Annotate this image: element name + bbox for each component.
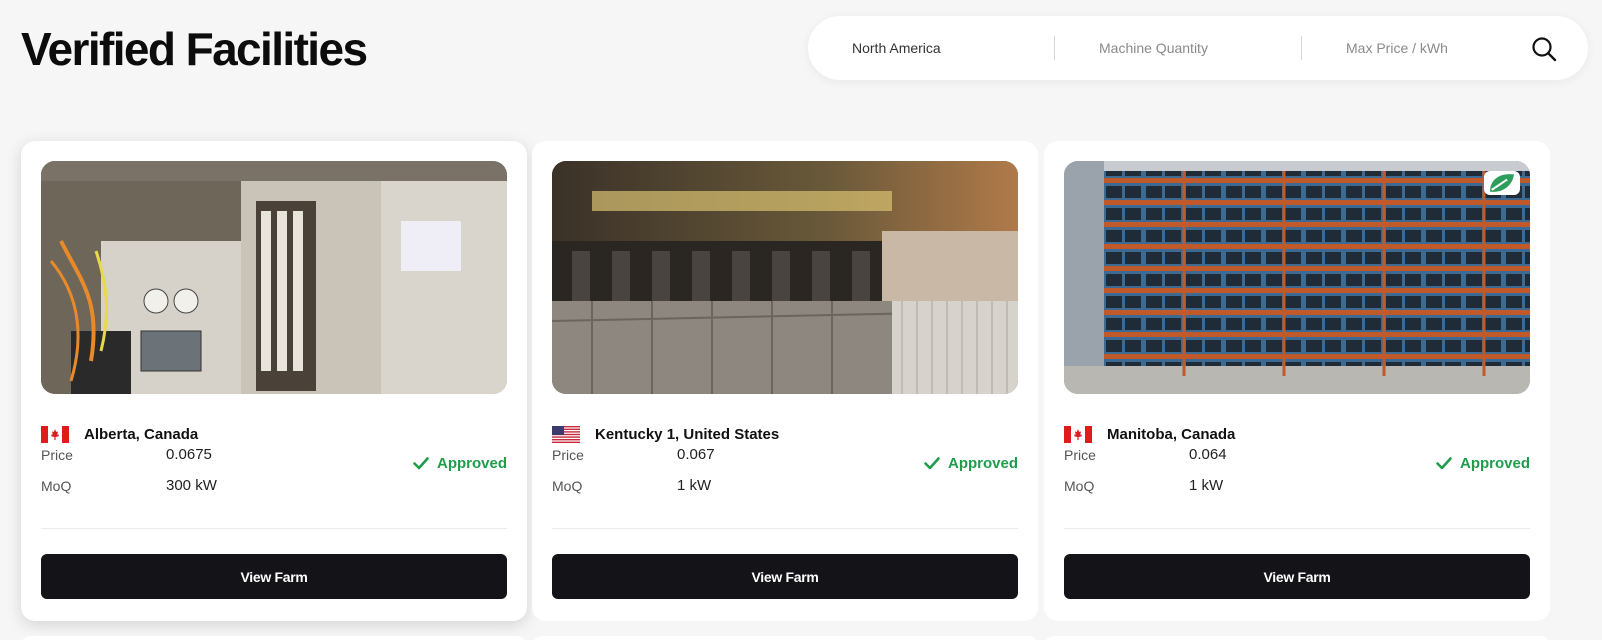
card-divider (1064, 528, 1530, 529)
checkmark-icon (924, 457, 940, 470)
facility-card[interactable]: Alberta, Canada Price 0.0675 MoQ 300 kW … (21, 141, 527, 621)
facility-cards: Alberta, Canada Price 0.0675 MoQ 300 kW … (0, 141, 1602, 621)
location-name: Manitoba, Canada (1107, 426, 1236, 443)
price-label: Price (1064, 447, 1096, 463)
facility-location: Alberta, Canada (41, 426, 198, 443)
status-badge: Approved (924, 455, 1018, 472)
moq-label: MoQ (1064, 478, 1095, 494)
next-row-card-edge (21, 636, 527, 640)
moq-value: 300 kW (166, 477, 217, 494)
eco-badge (1484, 171, 1520, 195)
card-divider (552, 528, 1018, 529)
view-farm-button[interactable]: View Farm (41, 554, 507, 599)
leaf-icon (1490, 174, 1514, 192)
view-farm-button[interactable]: View Farm (1064, 554, 1530, 599)
electrical-cabinet-photo (41, 161, 507, 394)
status-text: Approved (436, 455, 507, 472)
status-badge: Approved (413, 455, 507, 472)
checkmark-icon (1436, 457, 1452, 470)
facility-card[interactable]: Manitoba, Canada Price 0.064 MoQ 1 kW Ap… (1044, 141, 1550, 621)
max-price-input[interactable]: Max Price / kWh (1302, 16, 1548, 80)
us-flag-icon (552, 426, 580, 443)
price-label: Price (552, 447, 584, 463)
region-select[interactable]: North America (808, 16, 1054, 80)
moq-value: 1 kW (1189, 477, 1224, 494)
canada-flag-icon (1064, 426, 1092, 443)
warehouse-interior-photo (552, 161, 1018, 394)
checkmark-icon (413, 457, 429, 470)
search-bar: North America Machine Quantity Max Price… (808, 16, 1588, 80)
search-icon (1532, 37, 1557, 62)
page-title: Verified Facilities (21, 23, 368, 75)
price-label: Price (41, 447, 73, 463)
machine-quantity-input[interactable]: Machine Quantity (1055, 16, 1301, 80)
moq-value: 1 kW (677, 477, 712, 494)
status-badge: Approved (1436, 455, 1530, 472)
status-text: Approved (1459, 455, 1530, 472)
card-divider (41, 528, 507, 529)
location-name: Kentucky 1, United States (595, 426, 780, 443)
facility-location: Manitoba, Canada (1064, 426, 1235, 443)
status-text: Approved (947, 455, 1018, 472)
facility-card[interactable]: Kentucky 1, United States Price 0.067 Mo… (532, 141, 1038, 621)
next-row-card-edge (1044, 636, 1550, 640)
facility-image[interactable] (552, 161, 1018, 394)
facility-location: Kentucky 1, United States (552, 426, 779, 443)
facility-image[interactable] (1064, 161, 1530, 394)
location-name: Alberta, Canada (84, 426, 199, 443)
view-farm-button[interactable]: View Farm (552, 554, 1018, 599)
facility-image[interactable] (41, 161, 507, 394)
mining-racks-photo (1064, 161, 1530, 394)
price-value: 0.067 (677, 446, 715, 463)
moq-label: MoQ (552, 478, 583, 494)
canada-flag-icon (41, 426, 69, 443)
price-value: 0.0675 (166, 446, 212, 463)
price-value: 0.064 (1189, 446, 1227, 463)
next-row-card-edge (532, 636, 1038, 640)
moq-label: MoQ (41, 478, 72, 494)
search-button[interactable] (1530, 35, 1558, 63)
